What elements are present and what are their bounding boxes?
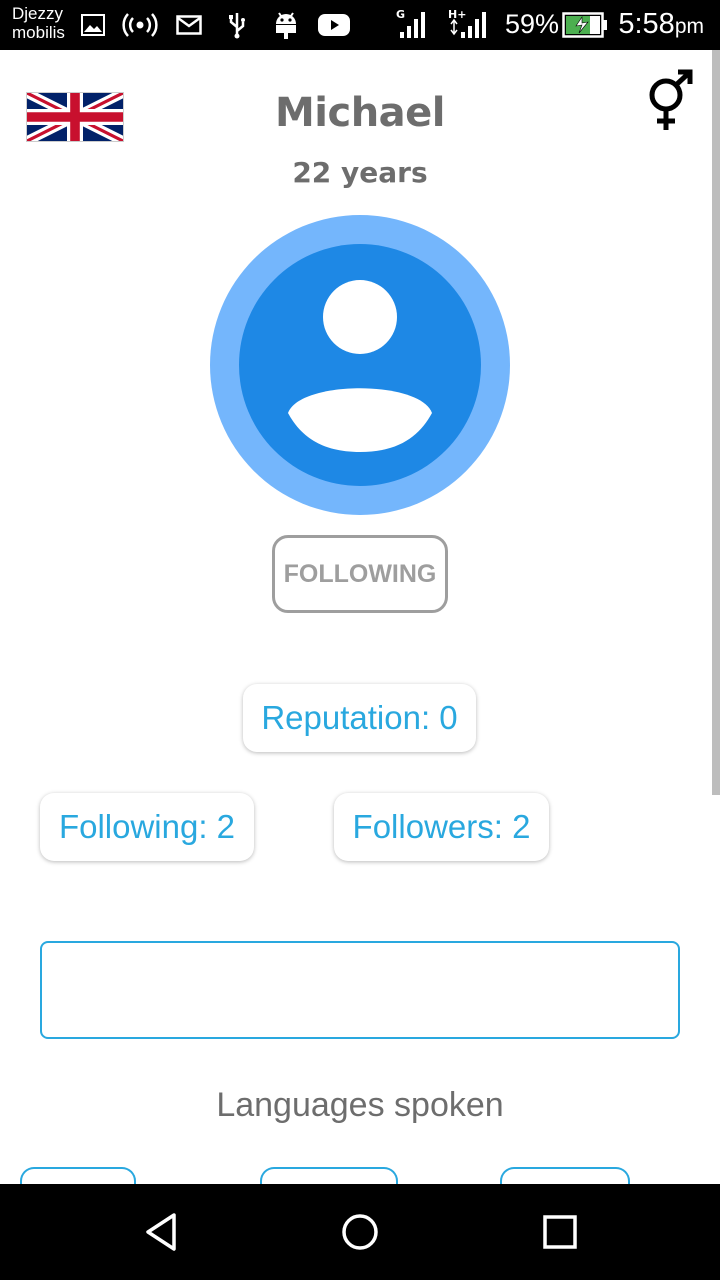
languages-title: Languages spoken (216, 1086, 504, 1124)
recents-icon[interactable] (500, 1184, 620, 1280)
profile-name: Michael (274, 90, 446, 136)
battery-percent: 59% (505, 9, 560, 39)
followers-count-chip[interactable]: Followers: 2 (334, 793, 549, 861)
gallery-icon (80, 10, 106, 40)
svg-text:H+: H+ (448, 8, 466, 21)
battery-charging-icon (562, 10, 608, 40)
signal-icon: H+ (448, 6, 488, 40)
mail-icon (176, 10, 202, 40)
svg-text:G: G (396, 8, 405, 21)
default-avatar-icon (210, 215, 510, 515)
navigation-bar (0, 1184, 720, 1280)
clock: 5:58pm (618, 8, 704, 40)
following-count-chip[interactable]: Following: 2 (40, 793, 254, 861)
carrier-name: Djezzy mobilis (12, 4, 65, 42)
male-female-icon[interactable] (644, 68, 696, 132)
usb-icon (226, 10, 248, 40)
back-icon[interactable] (103, 1184, 223, 1280)
profile-age: 22 years (292, 156, 428, 189)
reputation-chip[interactable]: Reputation: 0 (243, 684, 476, 752)
signal-icon: G (396, 6, 432, 40)
android-icon (272, 10, 300, 40)
youtube-icon (317, 10, 351, 40)
following-button[interactable]: FOLLOWING (272, 535, 448, 613)
status-bar: Djezzy mobilis G H+ 59% 5:58pm (0, 0, 720, 50)
home-icon[interactable] (300, 1184, 420, 1280)
hotspot-icon (122, 10, 158, 40)
bio-field[interactable] (40, 941, 680, 1039)
